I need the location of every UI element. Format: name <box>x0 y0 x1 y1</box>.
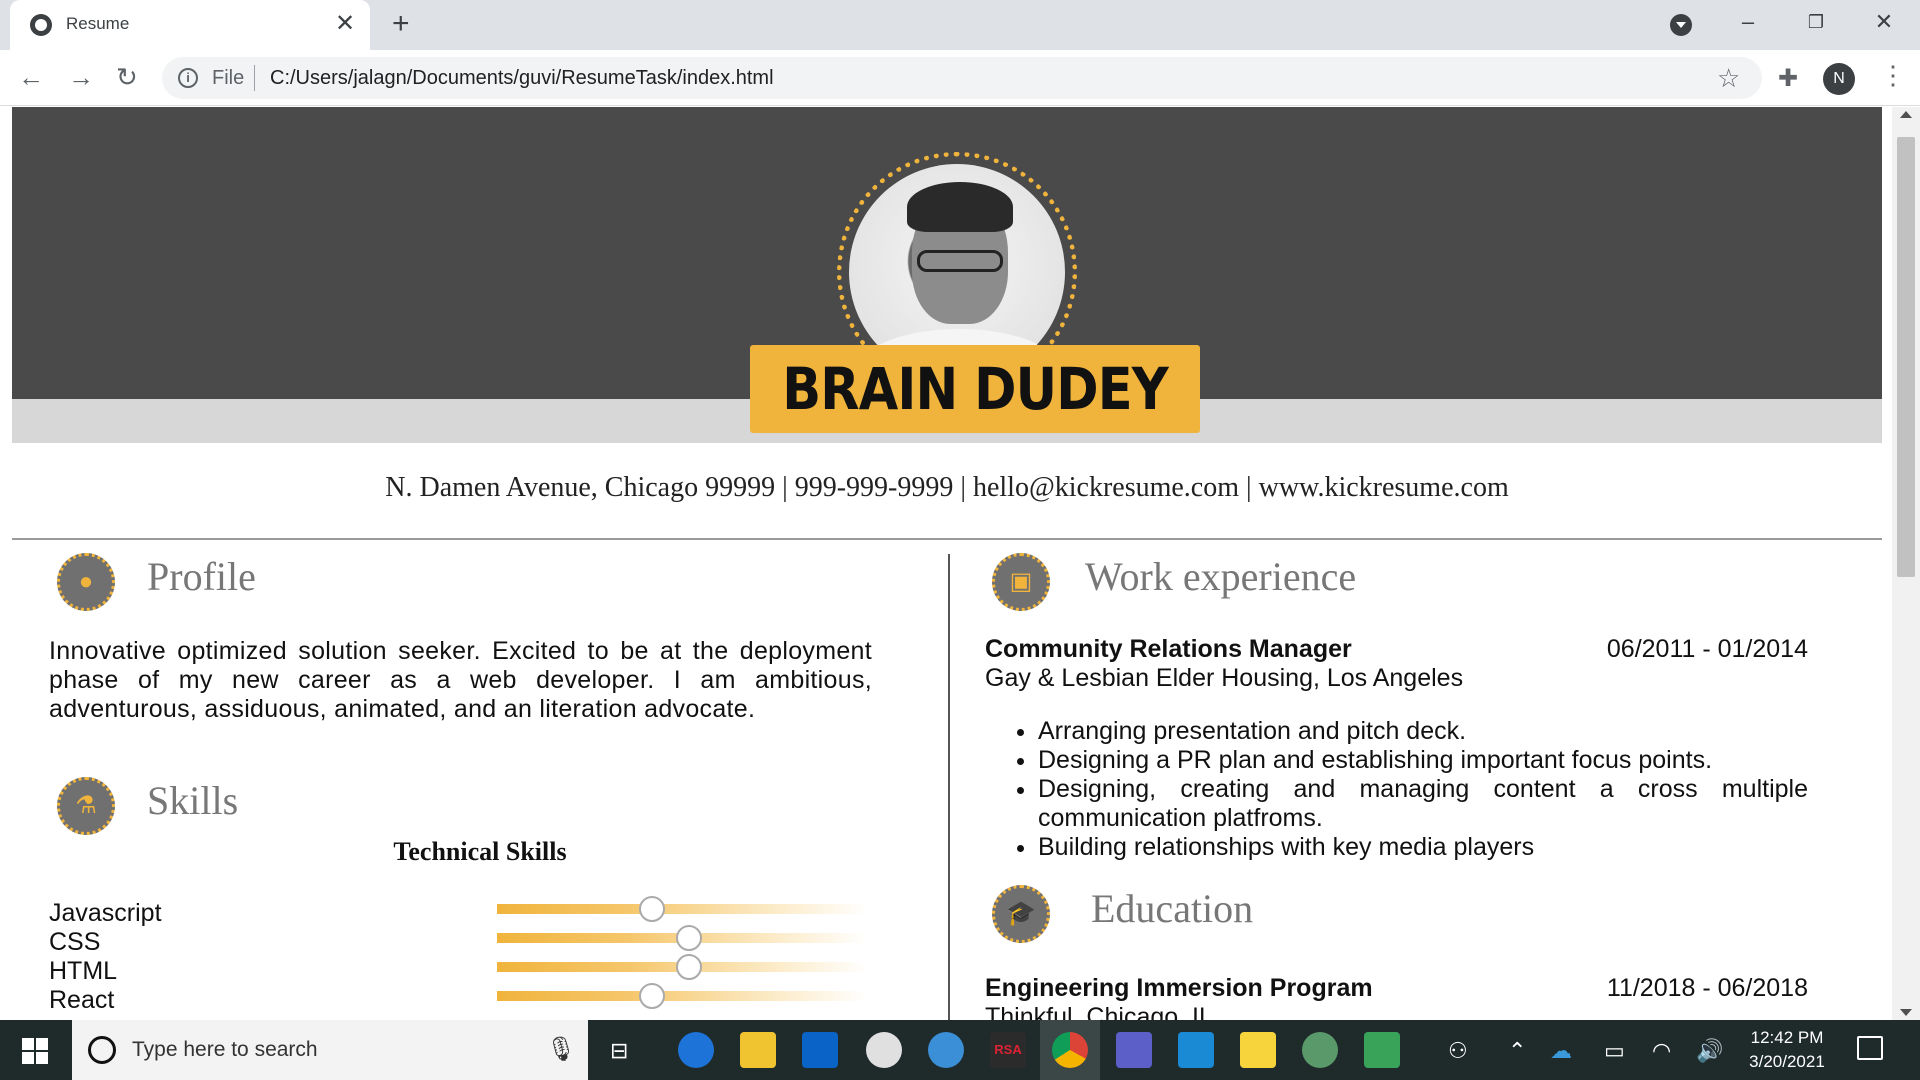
rsa-icon[interactable]: RSA <box>990 1032 1026 1068</box>
taskbar-clock[interactable]: 12:42 PM 3/20/2021 <box>1740 1026 1834 1074</box>
info-icon[interactable]: i <box>178 68 198 88</box>
column-divider <box>948 554 950 1020</box>
slack-icon[interactable] <box>866 1032 902 1068</box>
battery-icon[interactable]: ▭ <box>1604 1038 1625 1064</box>
skill-slider-track[interactable] <box>497 991 867 1001</box>
tab-close-icon[interactable]: ✕ <box>335 10 355 38</box>
list-item: Designing a PR plan and establishing imp… <box>1038 746 1808 775</box>
wifi-icon[interactable]: ◠ <box>1652 1038 1671 1064</box>
volume-icon[interactable]: 🔊 <box>1696 1038 1723 1064</box>
scroll-down-icon[interactable] <box>1900 1009 1912 1016</box>
tab-resume[interactable]: Resume ✕ <box>10 0 370 50</box>
menu-icon[interactable]: ⋮ <box>1880 60 1906 90</box>
name-banner: BRAIN DUDEY <box>750 345 1200 433</box>
briefcase-icon: ▣ <box>992 553 1050 611</box>
scroll-up-icon[interactable] <box>1900 111 1912 118</box>
contact-line: N. Damen Avenue, Chicago 99999 | 999-999… <box>385 472 1509 503</box>
skill-slider-knob[interactable] <box>676 925 703 951</box>
tab-strip: Resume ✕ + – ❐ ✕ <box>0 0 1920 50</box>
list-item: Building relationships with key media pl… <box>1038 833 1808 862</box>
outlook-icon[interactable] <box>802 1032 838 1068</box>
bookmark-star-icon[interactable]: ☆ <box>1717 63 1740 94</box>
divider <box>12 538 1882 540</box>
skills-heading: Skills <box>147 778 239 823</box>
education-dates: 11/2018 - 06/2018 <box>1606 974 1808 1002</box>
window-close-icon[interactable]: ✕ <box>1864 8 1904 36</box>
vscode-icon[interactable] <box>1178 1032 1214 1068</box>
taskbar-search[interactable]: Type here to search 🎙 <box>72 1020 588 1080</box>
job-dates: 06/2011 - 01/2014 <box>1606 635 1808 663</box>
graduation-cap-icon: 🎓 <box>992 885 1050 943</box>
list-item: Designing, creating and managing content… <box>1038 775 1808 833</box>
gitkraken-icon[interactable] <box>1364 1032 1400 1068</box>
clock-time: 12:42 PM <box>1750 1028 1824 1047</box>
flask-icon: ⚗ <box>57 777 115 835</box>
skill-slider-knob[interactable] <box>639 896 666 922</box>
job-company: Gay & Lesbian Elder Housing, Los Angeles <box>985 664 1464 692</box>
extensions-icon[interactable]: ✚ <box>1778 64 1798 93</box>
job-title: Community Relations Manager <box>985 635 1352 663</box>
clock-date: 3/20/2021 <box>1749 1052 1825 1071</box>
cortana-icon[interactable] <box>88 1036 116 1064</box>
browser-toolbar: ← → ↻ i File C:/Users/jalagn/Documents/g… <box>0 50 1920 106</box>
network-app-icon[interactable] <box>1302 1032 1338 1068</box>
scheme-label: File <box>212 67 245 89</box>
page-scrollbar[interactable] <box>1892 107 1920 1020</box>
skill-label: HTML <box>49 957 118 985</box>
minimize-icon[interactable]: – <box>1728 8 1768 36</box>
skill-label: Javascript <box>49 899 162 927</box>
list-item: Arranging presentation and pitch deck. <box>1038 717 1808 746</box>
url-text[interactable]: C:/Users/jalagn/Documents/guvi/ResumeTas… <box>270 67 774 90</box>
profile-avatar[interactable]: N <box>1823 63 1855 95</box>
reload-icon[interactable]: ↻ <box>116 62 138 92</box>
omnibox-separator <box>254 65 255 91</box>
file-explorer-icon[interactable] <box>740 1032 776 1068</box>
onedrive-icon[interactable]: ☁ <box>1550 1038 1572 1064</box>
windows-start-icon[interactable] <box>22 1038 48 1064</box>
address-bar[interactable]: i File C:/Users/jalagn/Documents/guvi/Re… <box>162 57 1762 99</box>
globe-app-icon[interactable] <box>928 1032 964 1068</box>
new-tab-button[interactable]: + <box>392 8 410 40</box>
show-hidden-icons[interactable]: ⌃ <box>1508 1038 1526 1064</box>
job-bullets: Arranging presentation and pitch deck. D… <box>1002 717 1808 862</box>
sticky-notes-icon[interactable] <box>1240 1032 1276 1068</box>
forward-icon[interactable]: → <box>68 62 94 92</box>
tab-title: Resume <box>66 14 130 33</box>
page-viewport: BRAIN DUDEY N. Damen Avenue, Chicago 999… <box>0 107 1920 1020</box>
back-icon[interactable]: ← <box>18 62 44 92</box>
chrome-icon[interactable] <box>1052 1032 1088 1068</box>
education-heading: Education <box>1091 886 1254 931</box>
tab-search-icon[interactable] <box>1670 14 1692 36</box>
globe-icon <box>30 14 52 36</box>
restore-icon[interactable]: ❐ <box>1796 8 1836 36</box>
search-placeholder: Type here to search <box>132 1038 318 1061</box>
skill-label: React <box>49 986 115 1014</box>
work-heading: Work experience <box>1085 554 1357 599</box>
user-icon: ● <box>57 553 115 611</box>
profile-text: Innovative optimized solution seeker. Ex… <box>49 637 872 723</box>
skill-slider-knob[interactable] <box>639 983 666 1009</box>
taskbar: Type here to search 🎙 ⊟ RSA ⚇ ⌃ ☁ ▭ ◠ 🔊 … <box>0 1020 1920 1080</box>
task-view-icon[interactable]: ⊟ <box>610 1038 628 1064</box>
skill-label: CSS <box>49 928 101 956</box>
skill-slider-knob[interactable] <box>676 954 703 980</box>
notifications-icon[interactable] <box>1857 1036 1883 1060</box>
microphone-icon[interactable]: 🎙 <box>546 1035 576 1064</box>
education-school: Thinkful, Chicago, IL <box>985 1003 1213 1020</box>
edge-icon[interactable] <box>678 1032 714 1068</box>
technical-skills-heading: Technical Skills <box>393 837 567 866</box>
people-icon[interactable]: ⚇ <box>1448 1038 1468 1064</box>
skill-slider-track[interactable] <box>497 904 867 914</box>
profile-heading: Profile <box>147 554 256 599</box>
education-program: Engineering Immersion Program <box>985 974 1373 1002</box>
teams-icon[interactable] <box>1116 1032 1152 1068</box>
person-name: BRAIN DUDEY <box>782 355 1168 423</box>
scroll-thumb[interactable] <box>1897 137 1915 577</box>
